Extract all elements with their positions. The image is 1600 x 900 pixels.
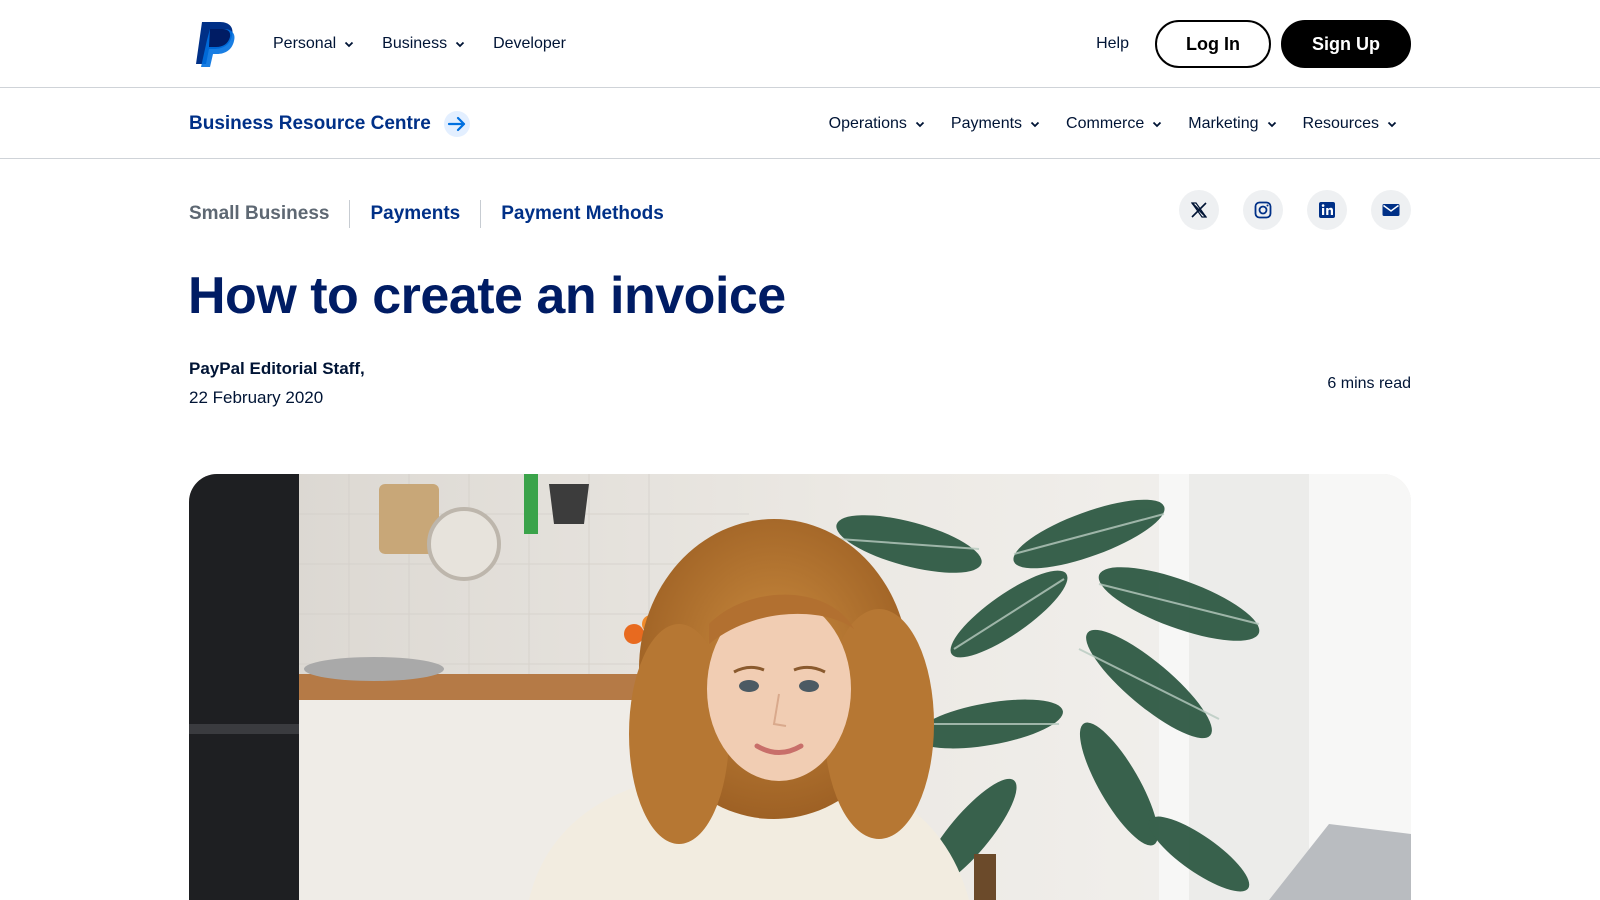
paypal-logo-icon[interactable] (194, 20, 236, 68)
nav-developer[interactable]: Developer (493, 35, 566, 53)
breadcrumb-payments[interactable]: Payments (370, 203, 460, 225)
breadcrumb: Small Business Payments Payment Methods (189, 199, 664, 229)
subnav-resources[interactable]: Resources (1303, 115, 1397, 133)
subnav-payments[interactable]: Payments (951, 115, 1040, 133)
hero-photo (189, 474, 1411, 900)
subnav-resources-label: Resources (1302, 114, 1379, 132)
nav-developer-label: Developer (493, 35, 567, 52)
nav-personal[interactable]: Personal (273, 35, 354, 53)
business-resource-centre-label: Business Resource Centre (189, 112, 431, 134)
article-read-time: 6 mins read (1327, 375, 1411, 392)
x-icon (1190, 202, 1208, 218)
breadcrumb-divider (480, 200, 482, 228)
share-linkedin-button[interactable] (1307, 190, 1347, 230)
business-resource-centre-link[interactable]: Business Resource Centre (189, 88, 471, 159)
breadcrumb-payment-methods[interactable]: Payment Methods (501, 203, 664, 225)
login-button[interactable]: Log In (1155, 20, 1271, 68)
linkedin-icon (1319, 202, 1335, 218)
nav-business[interactable]: Business (382, 35, 465, 53)
chevron-down-icon (1267, 121, 1276, 127)
nav-personal-label: Personal (273, 35, 337, 52)
article-title: How to create an invoice (188, 267, 786, 325)
signup-button[interactable]: Sign Up (1281, 20, 1411, 68)
share-email-button[interactable] (1371, 190, 1411, 230)
subnav-payments-label: Payments (950, 114, 1023, 132)
nav-business-label: Business (382, 35, 448, 52)
resource-nav: Operations Payments Commerce Marketing R… (829, 88, 1397, 159)
chevron-down-icon (345, 41, 354, 48)
subnav-commerce-label: Commerce (1066, 114, 1145, 132)
subnav-commerce[interactable]: Commerce (1066, 115, 1162, 133)
chevron-down-icon (1153, 121, 1162, 127)
top-header: Personal Business Developer Help Log In … (0, 0, 1600, 88)
help-link[interactable]: Help (1096, 35, 1129, 53)
subnav-operations[interactable]: Operations (829, 115, 925, 133)
chevron-down-icon (1387, 121, 1397, 127)
share-instagram-button[interactable] (1243, 190, 1283, 230)
arrow-right-icon (443, 110, 470, 137)
share-x-button[interactable] (1179, 190, 1219, 230)
instagram-icon (1254, 201, 1272, 219)
subnav-operations-label: Operations (828, 114, 907, 132)
chevron-down-icon (455, 41, 465, 48)
header-actions: Help Log In Sign Up (1096, 0, 1411, 88)
breadcrumb-divider (349, 200, 351, 228)
social-share (1179, 190, 1411, 230)
article-hero-image (189, 474, 1411, 900)
resource-centre-nav: Business Resource Centre Operations Paym… (0, 88, 1600, 159)
article-date: 22 February 2020 (189, 388, 324, 407)
primary-nav: Personal Business Developer (273, 0, 566, 88)
breadcrumb-small-business[interactable]: Small Business (189, 203, 329, 225)
article-author: PayPal Editorial Staff, (189, 359, 365, 378)
mail-icon (1382, 204, 1400, 216)
subnav-marketing-label: Marketing (1188, 114, 1259, 132)
chevron-down-icon (915, 121, 925, 127)
subnav-marketing[interactable]: Marketing (1188, 115, 1276, 133)
chevron-down-icon (1030, 121, 1040, 127)
